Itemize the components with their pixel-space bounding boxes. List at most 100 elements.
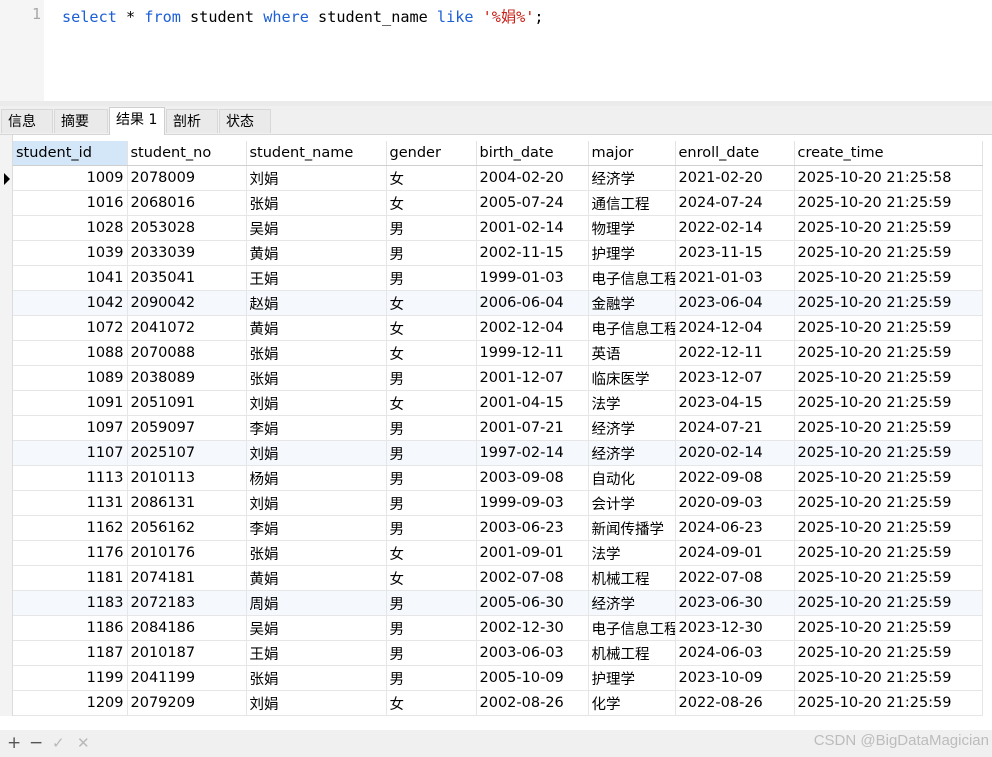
- cell-create-time[interactable]: 2025-10-20 21:25:59: [794, 615, 983, 641]
- cell-major[interactable]: 机械工程: [588, 640, 676, 666]
- delete-record-button[interactable]: −: [29, 733, 43, 753]
- cell-major[interactable]: 化学: [588, 690, 676, 716]
- cell-create-time[interactable]: 2025-10-20 21:25:59: [794, 540, 983, 566]
- table-row[interactable]: 1176 2010176 张娟女 2001-09-01 法学 2024-09-01 2025…: [13, 540, 983, 566]
- cell-major[interactable]: 经济学: [588, 590, 676, 616]
- cell-student-name[interactable]: 刘娟: [246, 490, 387, 516]
- cell-student-name[interactable]: 刘娟: [246, 390, 387, 416]
- cell-student-name[interactable]: 黄娟: [246, 565, 387, 591]
- column-header-create-time[interactable]: create_time: [794, 141, 983, 166]
- cell-student-name[interactable]: 赵娟: [246, 290, 387, 316]
- cell-student-name[interactable]: 杨娟: [246, 465, 387, 491]
- cell-birth-date[interactable]: 2002-08-26: [476, 690, 589, 716]
- cell-gender[interactable]: 女: [386, 690, 477, 716]
- cell-student-no[interactable]: 2068016: [127, 190, 247, 216]
- cell-student-no[interactable]: 2053028: [127, 215, 247, 241]
- cell-birth-date[interactable]: 2001-12-07: [476, 365, 589, 391]
- cell-student-no[interactable]: 2051091: [127, 390, 247, 416]
- cell-student-name[interactable]: 张娟: [246, 665, 387, 691]
- cell-major[interactable]: 法学: [588, 390, 676, 416]
- cell-student-no[interactable]: 2041072: [127, 315, 247, 341]
- cell-major[interactable]: 金融学: [588, 290, 676, 316]
- cell-major[interactable]: 经济学: [588, 165, 676, 191]
- table-row[interactable]: 1042 2090042 赵娟女 2006-06-04 金融学 2023-06-04 202…: [13, 290, 983, 316]
- cell-create-time[interactable]: 2025-10-20 21:25:59: [794, 590, 983, 616]
- cell-student-name[interactable]: 张娟: [246, 340, 387, 366]
- cell-gender[interactable]: 男: [386, 590, 477, 616]
- table-row[interactable]: 1028 2053028 吴娟男 2001-02-14 物理学 2022-02-14 202…: [13, 215, 983, 241]
- table-row[interactable]: 1209 2079209 刘娟女 2002-08-26 化学 2022-08-26 2025…: [13, 690, 983, 716]
- table-row[interactable]: 1097 2059097 李娟男 2001-07-21 经济学 2024-07-21 202…: [13, 415, 983, 441]
- cell-major[interactable]: 法学: [588, 540, 676, 566]
- cell-gender[interactable]: 男: [386, 365, 477, 391]
- cell-student-id[interactable]: 1199: [13, 665, 128, 691]
- cell-create-time[interactable]: 2025-10-20 21:25:59: [794, 240, 983, 266]
- table-row[interactable]: 1088 2070088 张娟女 1999-12-11 英语 2022-12-11 2025…: [13, 340, 983, 366]
- table-row[interactable]: 1009 2078009 刘娟女 2004-02-20 经济学 2021-02-20 202…: [13, 165, 983, 191]
- cell-birth-date[interactable]: 2001-09-01: [476, 540, 589, 566]
- cell-gender[interactable]: 女: [386, 315, 477, 341]
- cell-student-no[interactable]: 2079209: [127, 690, 247, 716]
- cell-enroll-date[interactable]: 2021-01-03: [675, 265, 795, 291]
- cell-student-name[interactable]: 王娟: [246, 265, 387, 291]
- cell-birth-date[interactable]: 2005-06-30: [476, 590, 589, 616]
- cell-student-no[interactable]: 2035041: [127, 265, 247, 291]
- cell-create-time[interactable]: 2025-10-20 21:25:59: [794, 340, 983, 366]
- cell-student-no[interactable]: 2041199: [127, 665, 247, 691]
- cell-create-time[interactable]: 2025-10-20 21:25:59: [794, 390, 983, 416]
- cell-gender[interactable]: 女: [386, 390, 477, 416]
- cell-student-id[interactable]: 1089: [13, 365, 128, 391]
- column-header-enroll-date[interactable]: enroll_date: [675, 141, 795, 166]
- cell-enroll-date[interactable]: 2022-09-08: [675, 465, 795, 491]
- cell-major[interactable]: 通信工程: [588, 190, 676, 216]
- cell-birth-date[interactable]: 2003-09-08: [476, 465, 589, 491]
- result-grid[interactable]: student_id student_no student_name gender bi…: [0, 135, 992, 716]
- table-row[interactable]: 1186 2084186 吴娟男 2002-12-30 电子信息工程 2023-12-30…: [13, 615, 983, 641]
- cell-enroll-date[interactable]: 2023-10-09: [675, 665, 795, 691]
- cell-birth-date[interactable]: 2002-07-08: [476, 565, 589, 591]
- cell-major[interactable]: 临床医学: [588, 365, 676, 391]
- column-header-gender[interactable]: gender: [386, 141, 477, 166]
- cell-enroll-date[interactable]: 2020-09-03: [675, 490, 795, 516]
- table-row[interactable]: 1113 2010113 杨娟男 2003-09-08 自动化 2022-09-08 202…: [13, 465, 983, 491]
- cell-student-no[interactable]: 2078009: [127, 165, 247, 191]
- cell-major[interactable]: 电子信息工程: [588, 265, 676, 291]
- add-record-button[interactable]: +: [7, 733, 21, 753]
- cell-create-time[interactable]: 2025-10-20 21:25:59: [794, 190, 983, 216]
- tab-info[interactable]: 信息: [1, 109, 53, 133]
- sql-editor[interactable]: 1 select * from student where student_na…: [0, 0, 992, 101]
- cell-enroll-date[interactable]: 2020-02-14: [675, 440, 795, 466]
- cell-create-time[interactable]: 2025-10-20 21:25:59: [794, 315, 983, 341]
- cell-student-name[interactable]: 黄娟: [246, 240, 387, 266]
- cell-student-id[interactable]: 1072: [13, 315, 128, 341]
- table-row[interactable]: 1091 2051091 刘娟女 2001-04-15 法学 2023-04-15 2025…: [13, 390, 983, 416]
- cell-gender[interactable]: 男: [386, 665, 477, 691]
- tab-profile[interactable]: 剖析: [166, 109, 218, 133]
- cell-student-no[interactable]: 2086131: [127, 490, 247, 516]
- tab-summary[interactable]: 摘要: [54, 109, 108, 133]
- table-row[interactable]: 1039 2033039 黄娟男 2002-11-15 护理学 2023-11-15 202…: [13, 240, 983, 266]
- table-row[interactable]: 1089 2038089 张娟男 2001-12-07 临床医学 2023-12-07 20…: [13, 365, 983, 391]
- cell-create-time[interactable]: 2025-10-20 21:25:59: [794, 465, 983, 491]
- cell-create-time[interactable]: 2025-10-20 21:25:59: [794, 690, 983, 716]
- cell-birth-date[interactable]: 2003-06-03: [476, 640, 589, 666]
- cell-birth-date[interactable]: 2005-10-09: [476, 665, 589, 691]
- cell-student-id[interactable]: 1187: [13, 640, 128, 666]
- column-header-student-name[interactable]: student_name: [246, 141, 387, 166]
- cell-birth-date[interactable]: 2005-07-24: [476, 190, 589, 216]
- cell-gender[interactable]: 女: [386, 565, 477, 591]
- cell-enroll-date[interactable]: 2022-08-26: [675, 690, 795, 716]
- cell-student-name[interactable]: 刘娟: [246, 440, 387, 466]
- cell-student-no[interactable]: 2010176: [127, 540, 247, 566]
- cell-student-name[interactable]: 刘娟: [246, 690, 387, 716]
- cell-student-name[interactable]: 吴娟: [246, 615, 387, 641]
- cell-birth-date[interactable]: 1997-02-14: [476, 440, 589, 466]
- cell-student-id[interactable]: 1039: [13, 240, 128, 266]
- cell-create-time[interactable]: 2025-10-20 21:25:59: [794, 215, 983, 241]
- cell-enroll-date[interactable]: 2023-12-07: [675, 365, 795, 391]
- cell-enroll-date[interactable]: 2023-06-04: [675, 290, 795, 316]
- column-header-student-id[interactable]: student_id: [13, 141, 128, 166]
- cell-birth-date[interactable]: 1999-12-11: [476, 340, 589, 366]
- cell-major[interactable]: 自动化: [588, 465, 676, 491]
- cell-gender[interactable]: 女: [386, 190, 477, 216]
